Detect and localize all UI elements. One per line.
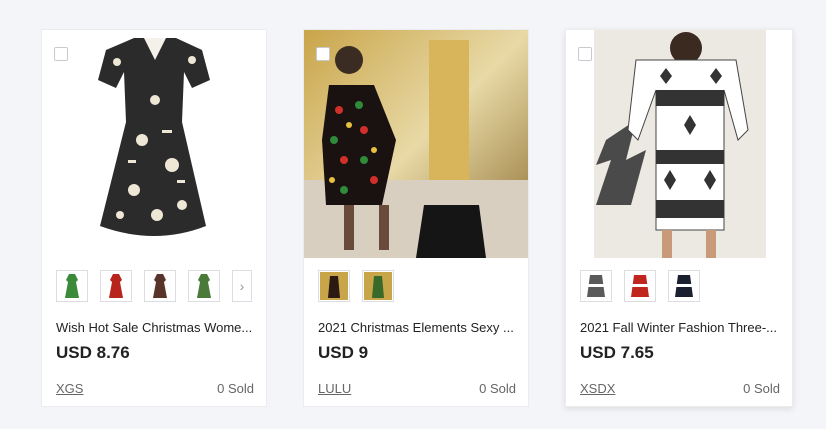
product-image[interactable] — [566, 30, 792, 258]
product-price: USD 9 — [318, 343, 369, 362]
select-checkbox[interactable] — [578, 47, 592, 61]
select-checkbox[interactable] — [54, 47, 68, 61]
thumbnail-strip: › — [56, 270, 266, 304]
select-checkbox[interactable] — [316, 47, 330, 61]
product-card[interactable]: 2021 Fall Winter Fashion Three-... USD 7… — [565, 29, 793, 407]
sold-count: 0 Sold — [217, 381, 254, 396]
thumbnail-strip — [318, 270, 528, 304]
thumbnail[interactable] — [318, 270, 350, 302]
thumbnail[interactable] — [362, 270, 394, 302]
thumbnail[interactable] — [56, 270, 88, 302]
thumbnail[interactable] — [624, 270, 656, 302]
product-image[interactable] — [304, 30, 528, 258]
product-card[interactable]: 2021 Christmas Elements Sexy ... USD 9 L… — [303, 29, 529, 407]
thumbnail[interactable] — [580, 270, 612, 302]
thumbnail[interactable] — [100, 270, 132, 302]
product-image[interactable] — [42, 30, 266, 258]
shop-link[interactable]: XGS — [56, 381, 83, 396]
sold-count: 0 Sold — [479, 381, 516, 396]
shop-link[interactable]: XSDX — [580, 381, 615, 396]
product-price: USD 8.76 — [56, 343, 130, 362]
product-title[interactable]: 2021 Fall Winter Fashion Three-... — [580, 320, 780, 335]
product-card[interactable]: › Wish Hot Sale Christmas Wome... USD 8.… — [41, 29, 267, 407]
chevron-right-icon[interactable]: › — [232, 270, 252, 302]
shop-link[interactable]: LULU — [318, 381, 351, 396]
sold-count: 0 Sold — [743, 381, 780, 396]
product-title[interactable]: Wish Hot Sale Christmas Wome... — [56, 320, 254, 335]
thumbnail[interactable] — [668, 270, 700, 302]
thumbnail[interactable] — [144, 270, 176, 302]
product-price: USD 7.65 — [580, 343, 654, 362]
thumbnail[interactable] — [188, 270, 220, 302]
product-title[interactable]: 2021 Christmas Elements Sexy ... — [318, 320, 516, 335]
thumbnail-strip — [580, 270, 792, 304]
